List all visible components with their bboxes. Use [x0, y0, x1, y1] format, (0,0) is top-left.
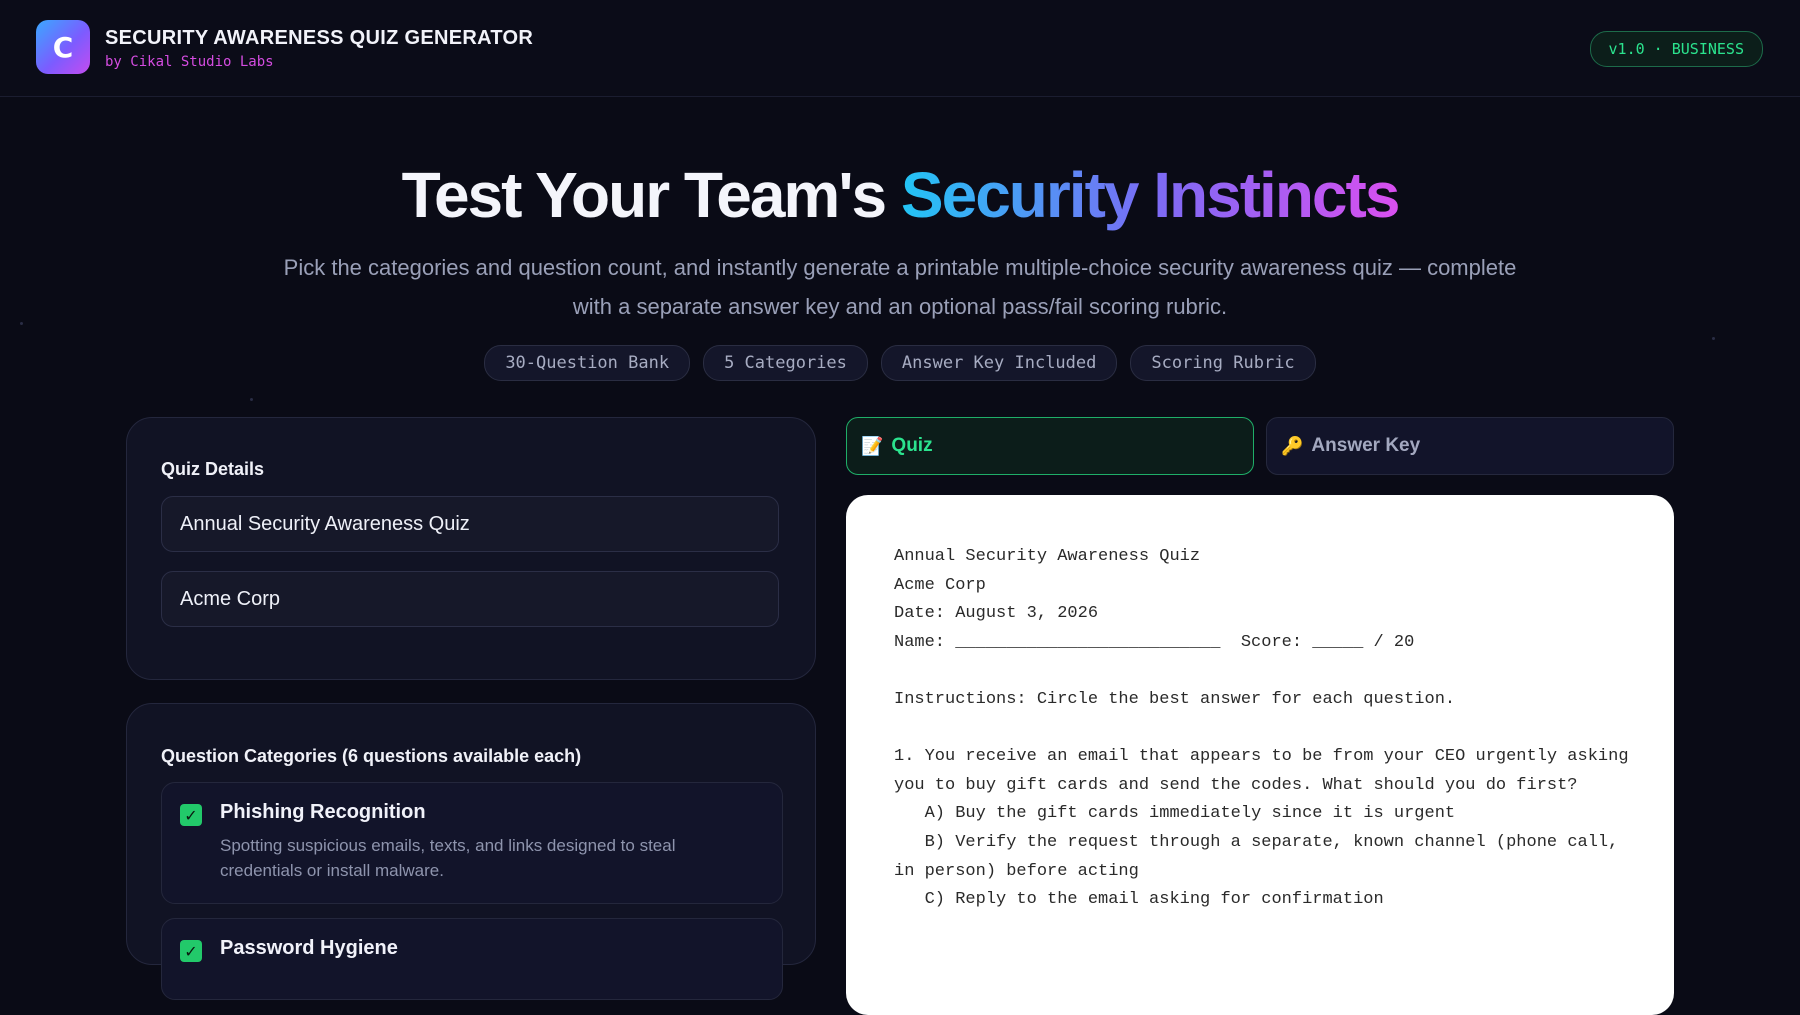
app-subtitle: by Cikal Studio Labs — [105, 54, 274, 70]
hero-title-plain: Test Your Team's — [401, 159, 901, 231]
quiz-preview: Annual Security Awareness Quiz Acme Corp… — [846, 495, 1674, 1015]
preview-line: A) Buy the gift cards immediately since … — [894, 804, 1456, 824]
key-icon: 🔑 — [1281, 435, 1304, 457]
tab-quiz[interactable]: 📝 Quiz — [846, 417, 1254, 475]
preview-line: Date: August 3, 2026 — [894, 604, 1099, 624]
logo-letter: C — [52, 30, 74, 64]
category-title: Password Hygiene — [220, 937, 398, 959]
organization-input[interactable]: Acme Corp — [161, 571, 779, 627]
preview-line: Name: __________________________ Score: … — [894, 632, 1415, 652]
question-categories-panel: Question Categories (6 questions availab… — [126, 703, 816, 1000]
hero-description: Pick the categories and question count, … — [283, 255, 1517, 319]
quiz-title-input[interactable]: Annual Security Awareness Quiz — [161, 496, 779, 552]
checkbox-checked-icon[interactable]: ✓ — [180, 940, 202, 962]
feature-chip: 30-Question Bank — [484, 345, 691, 381]
hero-title-highlight: Security Instincts — [900, 159, 1400, 231]
background-dot — [250, 398, 253, 401]
category-card-phishing[interactable]: ✓ Phishing Recognition Spotting suspicio… — [161, 782, 783, 904]
top-bar: C SECURITY AWARENESS QUIZ GENERATOR by C… — [0, 0, 1800, 97]
preview-line: Instructions: Circle the best answer for… — [894, 689, 1456, 709]
hero-title: Test Your Team's Security Instincts — [0, 158, 1800, 232]
app-title: SECURITY AWARENESS QUIZ GENERATOR — [105, 27, 534, 49]
preview-line: B) Verify the request through a separate… — [894, 832, 1629, 881]
quiz-details-heading: Quiz Details — [161, 459, 265, 479]
feature-chip: 5 Categories — [703, 345, 868, 381]
app-logo-icon: C — [36, 20, 90, 74]
tab-answer-key[interactable]: 🔑 Answer Key — [1266, 417, 1674, 475]
feature-chips: 30-Question Bank 5 Categories Answer Key… — [0, 345, 1800, 381]
quiz-preview-text: Annual Security Awareness Quiz Acme Corp… — [894, 543, 1634, 915]
memo-icon: 📝 — [861, 435, 884, 457]
feature-chip: Answer Key Included — [880, 345, 1118, 381]
background-dot — [1712, 337, 1715, 340]
preview-line: 1. You receive an email that appears to … — [894, 747, 1639, 795]
category-card-password[interactable]: ✓ Password Hygiene — [161, 918, 783, 1000]
quiz-details-panel: Quiz Details Annual Security Awareness Q… — [126, 417, 816, 680]
checkbox-checked-icon[interactable]: ✓ — [180, 804, 202, 826]
feature-chip: Scoring Rubric — [1130, 345, 1316, 381]
tab-answer-key-label: Answer Key — [1311, 435, 1421, 456]
background-dot — [20, 322, 23, 325]
preview-line: Acme Corp — [894, 575, 986, 595]
version-badge: v1.0 · BUSINESS — [1589, 31, 1763, 67]
category-description: Spotting suspicious emails, texts, and l… — [220, 836, 676, 880]
preview-line: C) Reply to the email asking for confirm… — [894, 890, 1384, 910]
preview-line: Annual Security Awareness Quiz — [894, 547, 1201, 566]
tab-quiz-label: Quiz — [891, 435, 933, 456]
categories-heading: Question Categories (6 questions availab… — [161, 746, 582, 766]
category-title: Phishing Recognition — [220, 801, 426, 823]
